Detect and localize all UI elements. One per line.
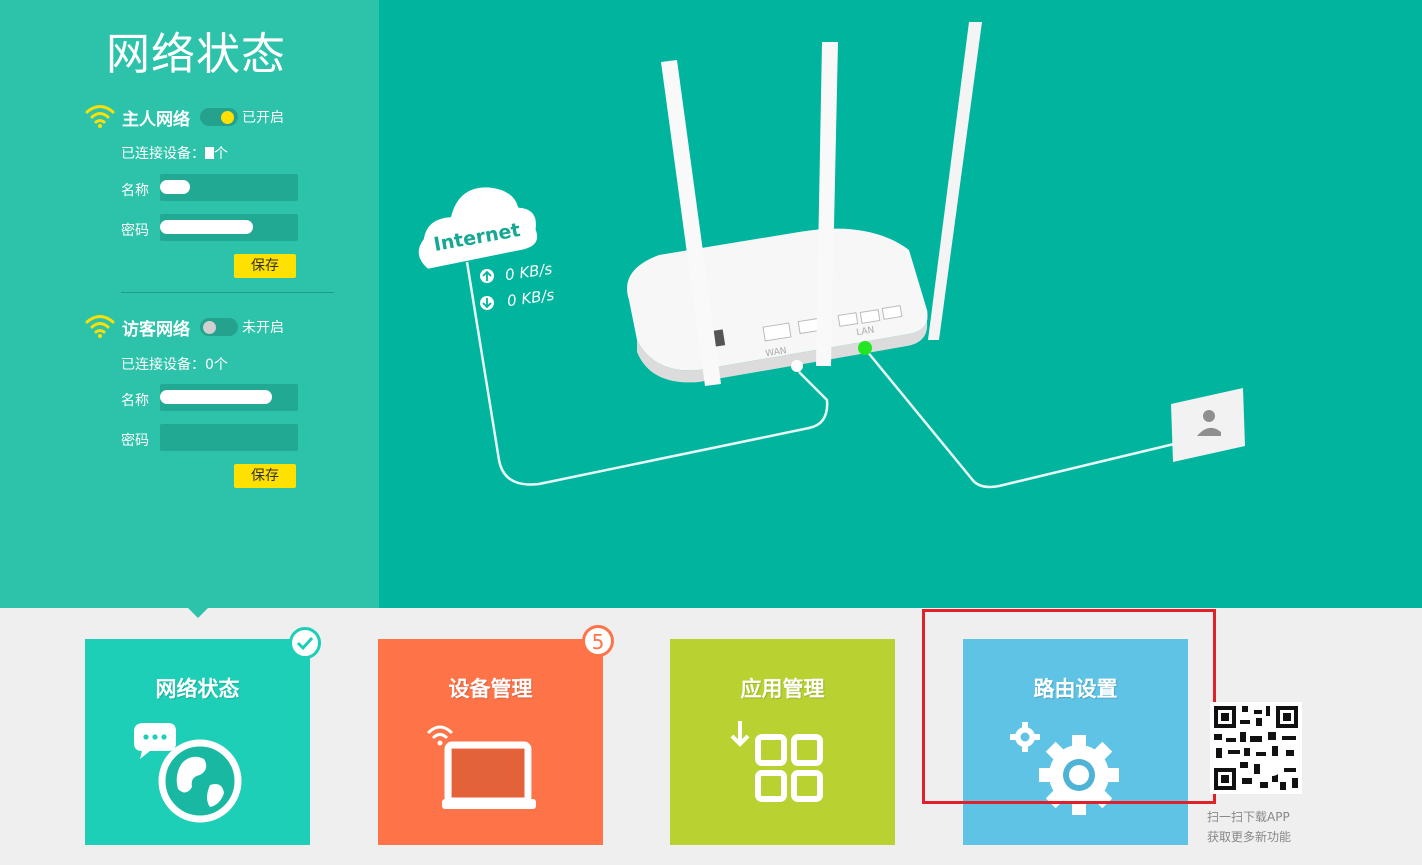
apps-grid-icon xyxy=(730,721,823,802)
host-network-title: 主人网络 xyxy=(122,109,190,130)
masked-value xyxy=(160,180,190,194)
router-image: WAN LAN xyxy=(627,22,982,386)
host-network-toggle[interactable] xyxy=(200,108,238,126)
guest-name-label: 名称 xyxy=(121,393,149,409)
page-title: 网络状态 xyxy=(106,29,286,80)
host-connected-value: 个 xyxy=(214,146,228,162)
wifi-icon xyxy=(85,315,115,338)
internet-cloud-icon: Internet xyxy=(418,187,538,269)
top-area: 网络状态 主人网络 已开启 已连接设备： 个 名称 密码 保存 访客网络 未开启 … xyxy=(0,0,1422,608)
wan-port-dot xyxy=(791,360,803,372)
host-network-state: 已开启 xyxy=(242,110,284,126)
toggle-knob xyxy=(221,111,234,124)
tile-label: 网络状态 xyxy=(155,677,240,701)
device-count-badge: 5 xyxy=(582,625,614,657)
lan-status-led xyxy=(858,341,872,355)
router-antenna xyxy=(928,22,982,340)
tile-label: 设备管理 xyxy=(448,677,533,701)
guest-save-button[interactable]: 保存 xyxy=(234,464,296,488)
tile-device-management[interactable]: 设备管理 5 xyxy=(378,625,614,845)
guest-network-toggle[interactable] xyxy=(200,318,238,336)
guest-connected-devices: 已连接设备：0个 xyxy=(121,354,228,374)
host-name-label: 名称 xyxy=(121,183,149,199)
guest-network-header: 访客网络 未开启 xyxy=(84,312,284,342)
toggle-knob xyxy=(203,321,216,334)
active-tab-pointer xyxy=(184,604,212,618)
svg-text:0 KB/s: 0 KB/s xyxy=(506,286,556,310)
host-save-button[interactable]: 保存 xyxy=(234,254,296,278)
guest-network-title: 访客网络 xyxy=(122,319,190,340)
guest-password-field[interactable] xyxy=(160,424,298,451)
lan-cable xyxy=(865,349,1175,489)
guest-name-field[interactable] xyxy=(160,384,298,411)
guest-connected-label: 已连接设备： xyxy=(121,357,205,373)
host-name-field[interactable] xyxy=(160,174,298,201)
masked-value xyxy=(160,220,253,234)
guest-connected-value: 0个 xyxy=(205,357,228,373)
host-connected-devices: 已连接设备： 个 xyxy=(121,143,228,163)
tile-app-management[interactable]: 应用管理 xyxy=(670,639,895,845)
download-speed: 0 KB/s xyxy=(480,286,556,310)
host-network-header: 主人网络 已开启 xyxy=(84,102,284,132)
qr-code-icon xyxy=(1210,702,1302,794)
wifi-icon xyxy=(85,105,115,128)
guest-password-label: 密码 xyxy=(121,433,149,449)
tile-router-settings[interactable]: 路由设置 xyxy=(963,639,1188,845)
gears-icon xyxy=(1010,722,1119,815)
laptop-wifi-icon xyxy=(426,725,536,809)
qr-caption-line2: 获取更多新功能 xyxy=(1207,830,1292,844)
host-password-label: 密码 xyxy=(121,223,149,239)
upload-speed: 0 KB/s xyxy=(480,260,554,284)
qr-caption-line1: 扫一扫下载APP xyxy=(1207,810,1290,824)
guest-network-state: 未开启 xyxy=(242,320,284,336)
client-device-icon xyxy=(1171,388,1245,462)
host-password-field[interactable] xyxy=(160,214,298,241)
masked-count xyxy=(205,147,214,159)
svg-text:0 KB/s: 0 KB/s xyxy=(504,260,554,284)
network-diagram: Internet 0 KB/s 0 KB/s WAN LAN xyxy=(418,22,1245,489)
tile-label: 应用管理 xyxy=(740,677,825,701)
globe-chat-icon xyxy=(134,723,242,823)
tile-label: 路由设置 xyxy=(1033,677,1118,701)
masked-value xyxy=(160,390,272,404)
tile-network-status[interactable]: 网络状态 xyxy=(85,627,321,845)
network-status-panel: 网络状态 主人网络 已开启 已连接设备： 个 名称 密码 保存 访客网络 未开启 … xyxy=(0,0,379,608)
host-connected-label: 已连接设备： xyxy=(121,146,205,162)
check-badge-icon xyxy=(289,627,321,659)
section-divider xyxy=(121,292,334,293)
